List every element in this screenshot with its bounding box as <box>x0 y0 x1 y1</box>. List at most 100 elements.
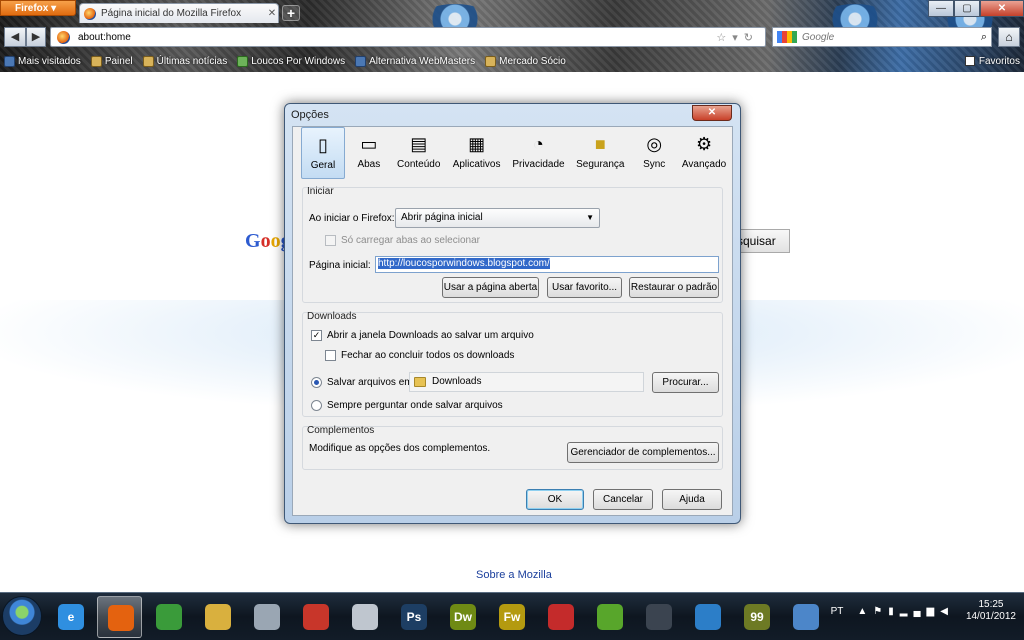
always-ask-label: Sempre perguntar onde salvar arquivos <box>327 400 503 411</box>
internet-explorer-icon: e <box>58 604 84 630</box>
browser-tab[interactable]: Página inicial do Mozilla Firefox ✕ <box>79 3 279 23</box>
downloads-group-title: Downloads <box>307 311 357 322</box>
camera-icon <box>646 604 672 630</box>
privacy-mask-icon: ◔ <box>533 134 544 154</box>
taskbar-app-button[interactable] <box>587 596 632 638</box>
tray-icons: ▲⚑▮▂▄▆◀ <box>857 606 954 617</box>
google-engine-icon[interactable] <box>777 31 797 43</box>
manage-addons-button[interactable]: Gerenciador de complementos... <box>567 442 719 463</box>
taskbar-app-button[interactable]: 99 <box>734 596 779 638</box>
tab-close-icon[interactable]: ✕ <box>266 8 278 19</box>
taskbar-apps: e Ps Dw Fw 99 <box>48 596 832 638</box>
google-search-button[interactable]: squisar <box>735 229 790 253</box>
new-tab-button[interactable]: + <box>282 5 300 21</box>
back-button[interactable]: ◀ <box>4 27 26 47</box>
search-input[interactable] <box>802 31 981 43</box>
pane-sync[interactable]: ◎ Sync <box>632 127 676 179</box>
taskbar-app-button[interactable] <box>244 596 289 638</box>
bookmark-item[interactable]: Últimas notícias <box>142 55 227 67</box>
close-window-button[interactable]: ✕ <box>980 0 1024 17</box>
minimize-button[interactable]: — <box>928 0 954 17</box>
taskbar-app-button[interactable] <box>538 596 583 638</box>
options-dialog: Opções ✕ ▯ Geral ▭ Abas ▤ Conteúdo ▦ Apl… <box>284 103 741 524</box>
firefox-favicon-icon <box>84 7 96 20</box>
pane-content[interactable]: ▤ Conteúdo <box>393 127 445 179</box>
browser-chrome: Firefox ▾ Página inicial do Mozilla Fire… <box>0 0 1024 72</box>
device-icon[interactable]: ▮ <box>888 606 900 617</box>
url-bar[interactable]: about:home ☆▾↻ <box>50 27 766 47</box>
bookmark-page-icon <box>355 55 367 67</box>
home-button[interactable]: ⌂ <box>998 27 1020 47</box>
pane-general[interactable]: ▯ Geral <box>301 127 345 179</box>
bookmark-star-icon[interactable]: ☆ <box>716 32 732 44</box>
network-signal-icon[interactable]: ▂▄▆ <box>900 606 940 617</box>
taskbar-app-button[interactable] <box>195 596 240 638</box>
homepage-input[interactable]: http://loucosporwindows.blogspot.com/ <box>375 256 719 273</box>
close-when-done-checkbox[interactable] <box>325 350 336 361</box>
use-current-page-button[interactable]: Usar a página aberta <box>442 277 539 298</box>
show-downloads-label: Abrir a janela Downloads ao salvar um ar… <box>327 330 534 341</box>
taskbar-app-button[interactable] <box>783 596 828 638</box>
startup-group: Iniciar Ao iniciar o Firefox: Abrir pági… <box>302 186 723 303</box>
language-indicator[interactable]: PT <box>831 606 844 617</box>
restore-default-button[interactable]: Restaurar o padrão <box>629 277 719 298</box>
bookmark-item[interactable]: Alternativa WebMasters <box>355 55 475 67</box>
reload-icon[interactable]: ↻ <box>744 32 759 44</box>
taskbar-app-button[interactable] <box>293 596 338 638</box>
pane-privacy[interactable]: ◔ Privacidade <box>509 127 569 179</box>
cancel-button[interactable]: Cancelar <box>593 489 653 510</box>
taskbar-app-button[interactable] <box>636 596 681 638</box>
clock-date: 14/01/2012 <box>965 611 1016 622</box>
taskbar-app-button[interactable] <box>97 596 142 638</box>
start-button[interactable] <box>2 596 42 636</box>
bookmark-page-icon <box>485 55 497 67</box>
pane-applications[interactable]: ▦ Aplicativos <box>447 127 507 179</box>
always-ask-radio[interactable] <box>311 400 322 411</box>
dialog-close-button[interactable]: ✕ <box>692 105 732 121</box>
show-hidden-icons-icon[interactable]: ▲ <box>857 606 873 617</box>
dropdown-icon[interactable]: ▾ <box>732 32 744 44</box>
chrome-icon <box>156 604 182 630</box>
game-controller-icon <box>254 604 280 630</box>
bookmark-item[interactable]: Painel <box>90 55 133 67</box>
favorites-button[interactable]: Favoritos <box>964 56 1020 67</box>
taskbar-app-button[interactable] <box>685 596 730 638</box>
windows-taskbar: e Ps Dw Fw 99 PT ▲⚑▮▂▄▆◀ 15:25 14/01/2012 <box>0 592 1024 640</box>
general-icon: ▯ <box>318 135 328 155</box>
taskbar-app-button[interactable]: e <box>48 596 93 638</box>
downloads-group: Downloads ✓ Abrir a janela Downloads ao … <box>302 311 723 417</box>
use-bookmark-button[interactable]: Usar favorito... <box>547 277 622 298</box>
flag-icon[interactable]: ⚑ <box>873 606 888 617</box>
load-tabs-checkbox[interactable] <box>325 235 336 246</box>
network-icon <box>793 604 819 630</box>
save-to-radio[interactable] <box>311 377 322 388</box>
addons-group: Complementos Modifique as opções dos com… <box>302 425 723 470</box>
about-mozilla-link[interactable]: Sobre a Mozilla <box>476 569 552 581</box>
taskbar-app-button[interactable]: Fw <box>489 596 534 638</box>
browse-button[interactable]: Procurar... <box>652 372 719 393</box>
dialog-body: ▯ Geral ▭ Abas ▤ Conteúdo ▦ Aplicativos … <box>292 126 733 516</box>
pane-security[interactable]: ■ Segurança <box>570 127 630 179</box>
taskbar-app-button[interactable] <box>342 596 387 638</box>
bookmark-item[interactable]: Loucos Por Windows <box>237 55 345 67</box>
ok-button[interactable]: OK <box>526 489 584 510</box>
pane-advanced[interactable]: ⚙ Avançado <box>678 127 730 179</box>
bookmark-item[interactable]: Mais visitados <box>4 55 81 67</box>
bookmark-item[interactable]: Mercado Sócio <box>485 55 566 67</box>
clock[interactable]: 15:25 14/01/2012 <box>966 599 1016 623</box>
volume-icon[interactable]: ◀ <box>940 606 954 617</box>
pane-tabs[interactable]: ▭ Abas <box>347 127 391 179</box>
help-button[interactable]: Ajuda <box>662 489 722 510</box>
taskbar-app-button[interactable] <box>146 596 191 638</box>
forward-button[interactable]: ▶ <box>26 27 46 47</box>
maximize-button[interactable]: ▢ <box>954 0 980 17</box>
firefox-menu-button[interactable]: Firefox ▾ <box>0 0 76 16</box>
addons-group-title: Complementos <box>307 425 375 436</box>
load-tabs-label: Só carregar abas ao selecionar <box>341 235 480 246</box>
show-downloads-checkbox[interactable]: ✓ <box>311 330 322 341</box>
search-icon[interactable]: ⌕ <box>981 31 987 44</box>
utorrent-icon <box>597 604 623 630</box>
when-starts-select[interactable]: Abrir página inicial ▼ <box>395 208 600 228</box>
taskbar-app-button[interactable]: Ps <box>391 596 436 638</box>
taskbar-app-button[interactable]: Dw <box>440 596 485 638</box>
